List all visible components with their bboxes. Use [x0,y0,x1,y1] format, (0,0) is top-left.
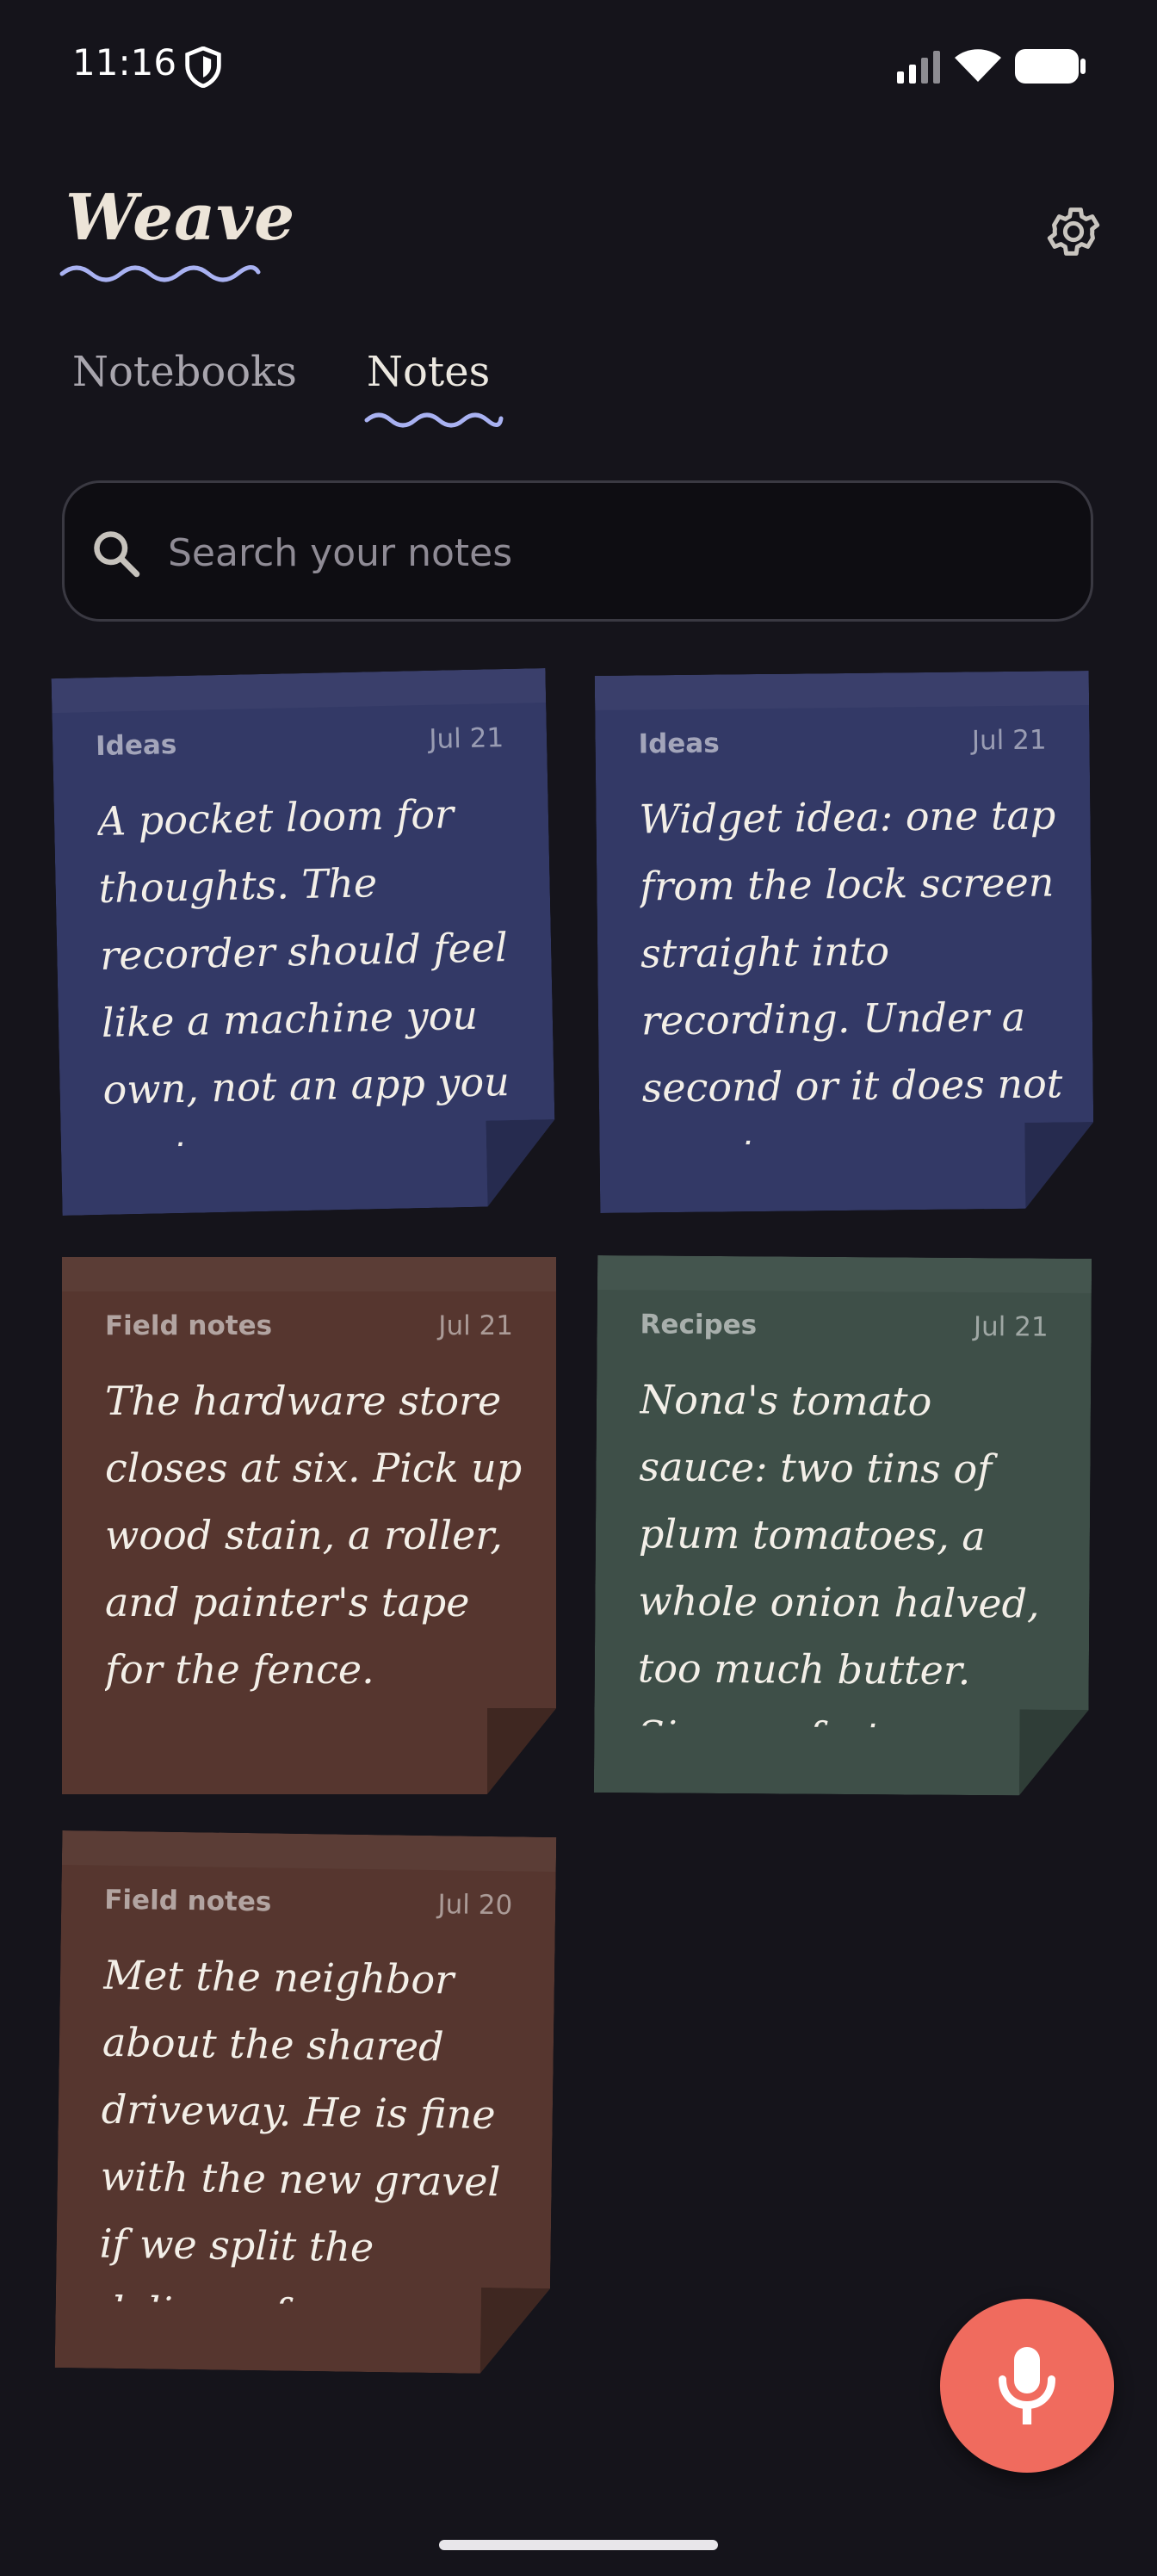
note-body: The hardware store closes at six. Pick u… [105,1378,523,1693]
battery-icon [1015,49,1086,84]
note-category: Ideas [638,728,720,760]
note-body: Met the neighbor about the shared drivew… [99,1951,501,2307]
note-band [62,1830,557,1872]
tab-notes[interactable]: Notes [367,348,490,396]
note-body: Widget idea: one tap from the lock scree… [639,791,1063,1145]
record-button[interactable] [940,2299,1114,2473]
gear-icon[interactable] [1043,201,1104,262]
note-category: Recipes [640,1309,758,1341]
note-band [595,671,1089,710]
search-icon [94,531,140,578]
note-date: Jul 21 [438,1310,513,1341]
home-indicator[interactable] [439,2540,718,2550]
status-bar: 11:16 [0,0,1157,138]
note-category: Ideas [95,729,177,763]
app-title: Weave [65,181,296,255]
note-body: A pocket loom for thoughts. The recorder… [96,790,510,1148]
search-bar[interactable] [62,480,1093,622]
note-band [62,1257,556,1291]
note-card[interactable]: Ideas Jul 21 Widget idea: one tap from t… [595,671,1095,1213]
status-time: 11:16 [72,41,177,84]
note-date: Jul 21 [973,1311,1049,1343]
wifi-icon [955,49,1001,82]
microphone-icon [999,2347,1055,2424]
note-category: Field notes [105,1310,273,1341]
active-tab-indicator [364,412,504,428]
note-band [597,1255,1092,1293]
note-card[interactable]: Ideas Jul 21 A pocket loom for thoughts.… [52,668,557,1216]
notes-screen: 11:16 Weave Notebooks Notes Search your … [0,0,1157,2576]
signal-icon [897,51,940,84]
note-category: Field notes [104,1884,272,1918]
search-input[interactable] [166,517,1065,588]
note-date: Jul 21 [429,722,504,755]
note-card[interactable]: Field notes Jul 20 Met the neighbor abou… [55,1830,557,2375]
note-band [52,668,547,713]
note-card[interactable]: Recipes Jul 21 Nona's tomato sauce: two … [594,1255,1092,1796]
note-card[interactable]: Field notes Jul 21 The hardware store cl… [62,1257,556,1794]
title-underline-squiggle [59,265,261,282]
note-body: Nona's tomato sauce: two tins of plum to… [637,1376,1040,1728]
shield-icon [185,46,221,88]
tab-notebooks[interactable]: Notebooks [72,348,297,396]
note-date: Jul 20 [437,1889,513,1922]
note-date: Jul 21 [971,724,1047,757]
